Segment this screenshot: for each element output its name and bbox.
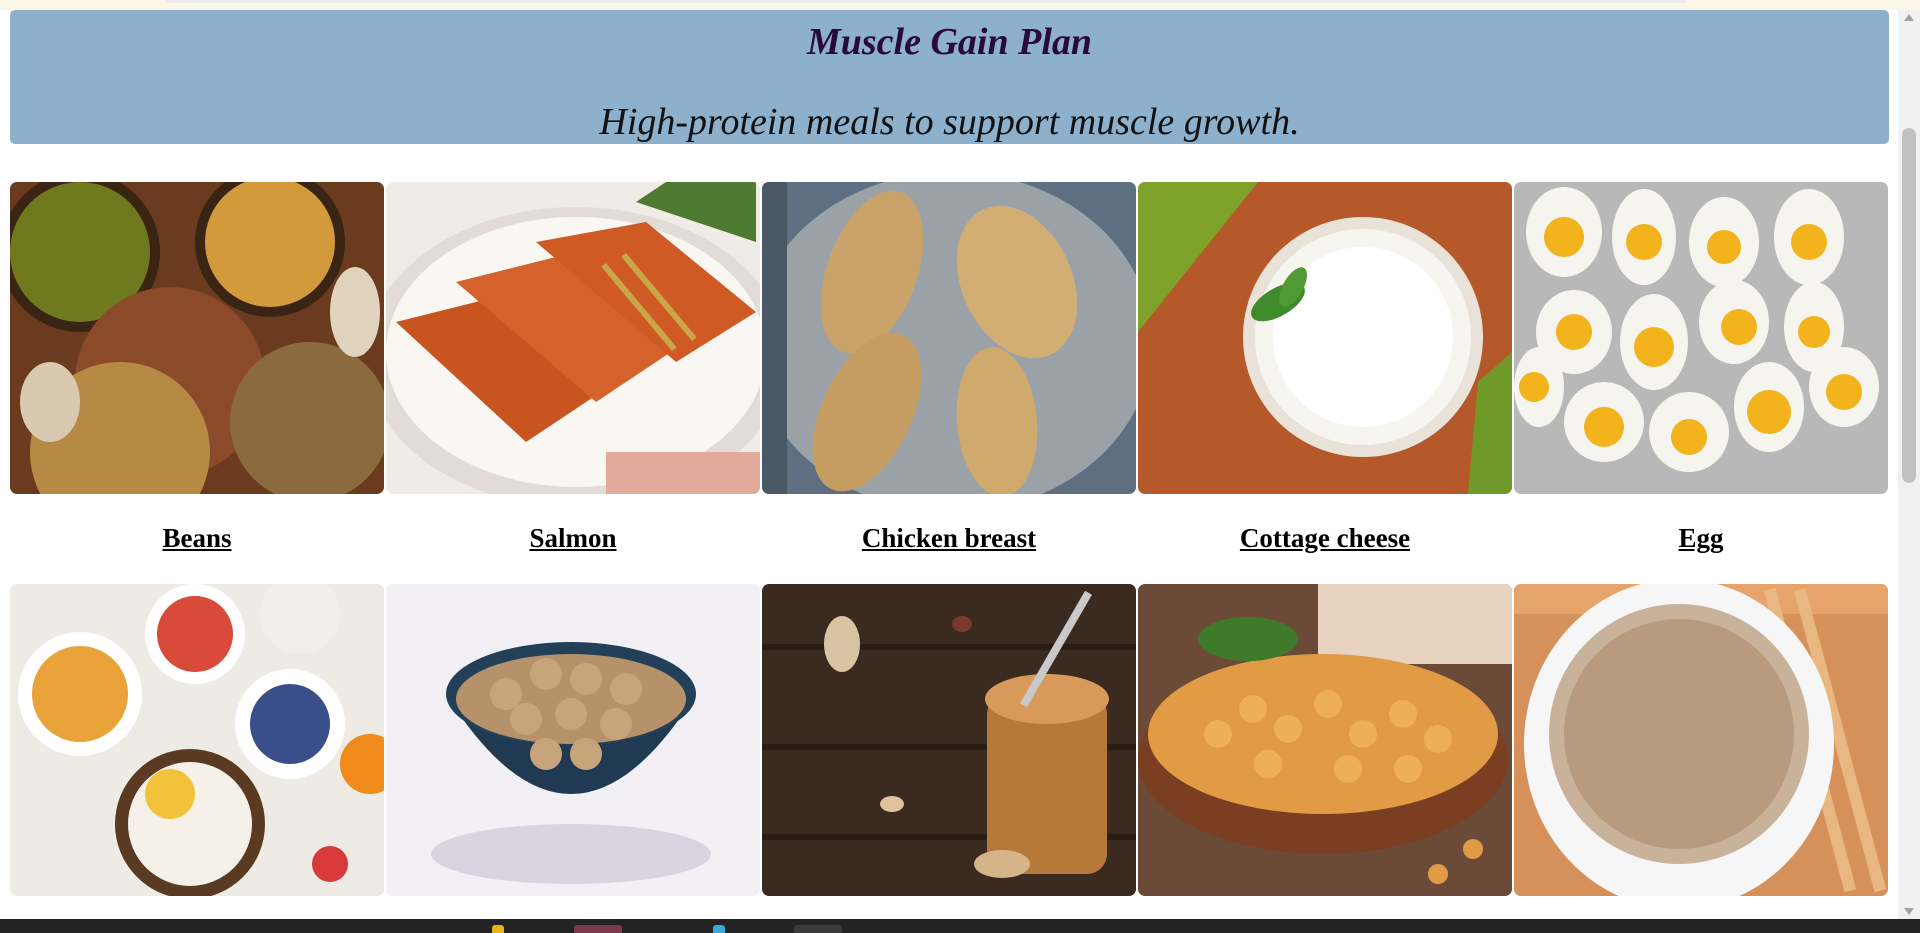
beans-image (10, 182, 384, 494)
taskbar-app-icon[interactable] (713, 925, 725, 933)
page-subtitle: High-protein meals to support muscle gro… (599, 101, 1300, 143)
page-title: Muscle Gain Plan (806, 21, 1093, 63)
quinoa-image (1514, 584, 1888, 896)
page-content: Muscle Gain Plan High-protein meals to s… (0, 10, 1898, 919)
plan-banner: Muscle Gain Plan High-protein meals to s… (10, 10, 1889, 144)
peanut-butter-image (762, 584, 1136, 896)
scroll-down-icon[interactable] (1904, 908, 1914, 915)
cottage-cheese-image (1138, 182, 1512, 494)
taskbar (0, 919, 1920, 933)
egg-image (1514, 182, 1888, 494)
scroll-up-icon[interactable] (1904, 14, 1914, 21)
chicken-breast-image (762, 182, 1136, 494)
salmon-image (386, 182, 760, 494)
chickpeas-image (1138, 584, 1512, 896)
taskbar-app-icon[interactable] (794, 925, 842, 933)
taskbar-app-icon[interactable] (574, 925, 622, 933)
food-link-cottage-cheese[interactable]: Cottage cheese (1137, 523, 1513, 554)
food-link-chicken-breast[interactable]: Chicken breast (761, 523, 1137, 554)
soy-chunks-image (386, 584, 760, 896)
food-link-egg[interactable]: Egg (1513, 523, 1889, 554)
taskbar-app-icon[interactable] (492, 925, 504, 933)
browser-top-strip (0, 0, 1920, 10)
vertical-scrollbar[interactable] (1898, 10, 1920, 919)
food-link-beans[interactable]: Beans (9, 523, 385, 554)
scroll-thumb[interactable] (1902, 128, 1916, 483)
yogurt-bowls-image (10, 584, 384, 896)
food-link-salmon[interactable]: Salmon (385, 523, 761, 554)
top-strip-bar (165, 0, 1687, 3)
